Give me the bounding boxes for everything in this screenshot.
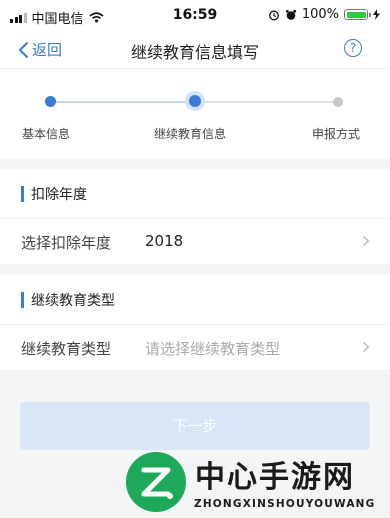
step-connector-1 xyxy=(50,101,195,103)
step-dot-current xyxy=(189,95,201,107)
battery-icon xyxy=(344,9,371,20)
step-dot-pending xyxy=(333,97,343,107)
field-value: 2018 xyxy=(145,232,184,250)
section-title: 继续教育类型 xyxy=(31,293,115,309)
step-connector-2 xyxy=(195,101,338,103)
status-bar: 中国电信 16:59 100% xyxy=(0,0,390,32)
next-step-button[interactable]: 下一步 xyxy=(20,402,370,450)
step-label-education: 继续教育信息 xyxy=(154,127,227,141)
section-title: 扣除年度 xyxy=(31,187,87,203)
progress-stepper: 基本信息 继续教育信息 申报方式 xyxy=(0,69,390,158)
deduction-year-row[interactable]: 选择扣除年度 2018 xyxy=(0,219,390,264)
watermark: 中心手游网 ZHONGXINSHOUYOUWANG xyxy=(0,448,390,518)
field-placeholder: 请选择继续教育类型 xyxy=(145,340,281,358)
field-label: 继续教育类型 xyxy=(21,340,112,358)
section-accent-bar xyxy=(21,292,24,308)
charging-icon xyxy=(373,9,380,20)
watermark-subtitle: ZHONGXINSHOUYOUWANG xyxy=(194,498,376,510)
alarm-icon xyxy=(268,10,279,20)
battery-percent: 100% xyxy=(301,7,339,22)
section-deduction-year: 扣除年度 选择扣除年度 2018 xyxy=(0,169,390,264)
education-type-row[interactable]: 继续教育类型 请选择继续教育类型 xyxy=(0,325,390,370)
watermark-logo-icon xyxy=(126,452,186,512)
page-title: 继续教育信息填写 xyxy=(130,43,259,62)
watermark-logo-mark xyxy=(141,467,173,499)
chevron-right-icon xyxy=(362,341,370,353)
nav-bar: 返回 继续教育信息填写 ? xyxy=(0,32,390,69)
step-label-filing: 申报方式 xyxy=(312,127,361,141)
watermark-brand: 中心手游网 xyxy=(195,460,355,495)
status-right: 100% xyxy=(268,7,380,22)
section-accent-bar xyxy=(21,186,24,202)
field-label: 选择扣除年度 xyxy=(21,234,112,252)
step-label-basic: 基本信息 xyxy=(22,127,71,141)
help-icon[interactable]: ? xyxy=(344,39,362,57)
section-header: 扣除年度 xyxy=(0,169,390,219)
chevron-right-icon xyxy=(362,235,370,247)
alarm-clock-icon xyxy=(285,9,296,20)
section-education-type: 继续教育类型 继续教育类型 请选择继续教育类型 xyxy=(0,275,390,370)
step-dot-done xyxy=(45,96,56,107)
section-header: 继续教育类型 xyxy=(0,275,390,325)
